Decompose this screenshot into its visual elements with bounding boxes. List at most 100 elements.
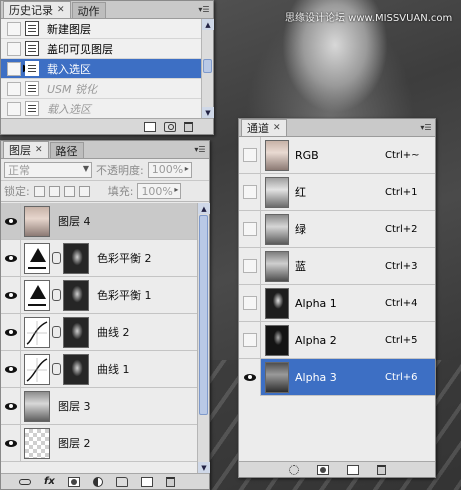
- visibility-toggle[interactable]: [239, 284, 261, 322]
- channel-name: Alpha 3: [295, 370, 337, 384]
- tab-channels[interactable]: 通道 ✕: [241, 119, 287, 136]
- lock-row: 锁定: 填充: 100% ▸: [1, 181, 209, 202]
- visibility-toggle[interactable]: [239, 321, 261, 359]
- add-mask-icon[interactable]: [67, 476, 80, 487]
- visibility-box: [242, 259, 257, 273]
- channel-shortcut: Ctrl+4: [385, 297, 418, 309]
- visibility-toggle[interactable]: [239, 137, 261, 174]
- trash-icon[interactable]: [184, 121, 193, 132]
- visibility-toggle[interactable]: [1, 276, 21, 314]
- visibility-toggle[interactable]: [1, 424, 21, 462]
- new-channel-icon[interactable]: [346, 464, 359, 475]
- panel-menu-icon[interactable]: ▾☰: [194, 144, 206, 155]
- channel-row[interactable]: RGB Ctrl+~: [239, 137, 435, 174]
- visibility-toggle[interactable]: [239, 173, 261, 211]
- visibility-toggle[interactable]: [1, 350, 21, 388]
- channel-row-selected[interactable]: Alpha 3 Ctrl+6: [239, 358, 435, 396]
- layer-name: 图层 2: [58, 437, 91, 450]
- close-icon[interactable]: ✕: [273, 123, 281, 133]
- lock-brush-icon[interactable]: [48, 185, 60, 197]
- fill-field[interactable]: 100% ▸: [137, 183, 182, 199]
- scroll-thumb[interactable]: [203, 59, 212, 73]
- new-group-icon[interactable]: [115, 476, 128, 487]
- visibility-toggle[interactable]: [1, 239, 21, 277]
- history-item-dimmed[interactable]: USM 锐化: [1, 79, 201, 99]
- layer-mask-thumbnail[interactable]: [63, 316, 89, 348]
- layer-row[interactable]: 图层 2: [1, 424, 197, 462]
- trash-icon[interactable]: [165, 476, 175, 487]
- load-selection-icon[interactable]: [288, 464, 299, 475]
- fx-icon[interactable]: fx: [44, 476, 55, 487]
- channel-row[interactable]: 红 Ctrl+1: [239, 173, 435, 211]
- lock-transparency-icon[interactable]: [33, 185, 45, 197]
- opacity-field[interactable]: 100% ▸: [147, 161, 192, 178]
- layer-row-selected[interactable]: 图层 4: [1, 203, 197, 240]
- scroll-down-icon[interactable]: ▼: [198, 462, 210, 473]
- channel-row[interactable]: Alpha 2 Ctrl+5: [239, 321, 435, 359]
- chain-link-icon[interactable]: [52, 326, 61, 338]
- scroll-up-icon[interactable]: ▲: [202, 19, 214, 30]
- history-source-checkbox[interactable]: [7, 61, 21, 76]
- tab-history-label: 历史记录: [9, 4, 53, 17]
- visibility-box: [242, 185, 257, 199]
- chain-link-icon[interactable]: [52, 289, 61, 301]
- new-layer-icon[interactable]: [140, 476, 153, 487]
- layer-mask-thumbnail[interactable]: [63, 279, 89, 311]
- new-document-from-state-icon[interactable]: [144, 121, 156, 132]
- history-source-checkbox[interactable]: [7, 41, 21, 56]
- scroll-down-icon[interactable]: ▼: [202, 107, 214, 118]
- history-item-label: 盖印可见图层: [47, 42, 113, 56]
- layer-row[interactable]: 色彩平衡 2: [1, 239, 197, 277]
- chain-link-icon[interactable]: [52, 252, 61, 264]
- blend-mode-select[interactable]: 正常 ▼: [4, 161, 92, 178]
- tab-history[interactable]: 历史记录 ✕: [3, 1, 71, 18]
- history-step-icon: [25, 21, 39, 36]
- history-source-checkbox[interactable]: [7, 21, 21, 36]
- tab-layers[interactable]: 图层 ✕: [3, 141, 49, 158]
- history-item-dimmed[interactable]: 载入选区: [1, 99, 201, 118]
- visibility-toggle[interactable]: [239, 210, 261, 248]
- history-source-checkbox[interactable]: [7, 81, 21, 96]
- layer-row[interactable]: 曲线 2: [1, 313, 197, 351]
- layer-name: 色彩平衡 2: [97, 252, 152, 265]
- channel-name: 蓝: [295, 260, 306, 273]
- tab-actions[interactable]: 动作: [71, 2, 106, 18]
- scroll-thumb[interactable]: [199, 215, 208, 415]
- history-item[interactable]: 新建图层: [1, 19, 201, 39]
- layer-name: 曲线 1: [97, 363, 130, 376]
- panel-menu-icon[interactable]: ▾☰: [198, 4, 210, 15]
- close-icon[interactable]: ✕: [57, 5, 65, 15]
- channel-row[interactable]: 蓝 Ctrl+3: [239, 247, 435, 285]
- visibility-toggle[interactable]: [239, 358, 261, 396]
- layer-mask-thumbnail[interactable]: [63, 242, 89, 274]
- history-item[interactable]: 盖印可见图层: [1, 39, 201, 59]
- close-icon[interactable]: ✕: [35, 145, 43, 155]
- lock-move-icon[interactable]: [63, 185, 75, 197]
- history-source-checkbox[interactable]: [7, 101, 21, 116]
- visibility-toggle[interactable]: [1, 313, 21, 351]
- visibility-toggle[interactable]: [1, 387, 21, 425]
- adjustment-layer-icon[interactable]: [92, 476, 103, 487]
- trash-icon[interactable]: [376, 464, 386, 475]
- history-scrollbar[interactable]: ▲ ▼: [201, 19, 214, 118]
- layers-scrollbar[interactable]: ▲ ▼: [197, 203, 210, 473]
- save-selection-icon[interactable]: [316, 464, 329, 475]
- visibility-toggle[interactable]: [1, 203, 21, 240]
- tab-paths[interactable]: 路径: [49, 142, 84, 158]
- channel-row[interactable]: Alpha 1 Ctrl+4: [239, 284, 435, 322]
- layer-row[interactable]: 色彩平衡 1: [1, 276, 197, 314]
- history-item-selected[interactable]: ▶ 载入选区: [1, 59, 201, 79]
- chain-link-icon[interactable]: [52, 363, 61, 375]
- history-item-label: 载入选区: [47, 62, 91, 76]
- scroll-up-icon[interactable]: ▲: [198, 203, 210, 214]
- snapshot-camera-icon[interactable]: [164, 121, 176, 132]
- panel-menu-icon[interactable]: ▾☰: [420, 122, 432, 133]
- eye-icon: [243, 373, 256, 381]
- channel-row[interactable]: 绿 Ctrl+2: [239, 210, 435, 248]
- layer-row[interactable]: 曲线 1: [1, 350, 197, 388]
- lock-all-icon[interactable]: [78, 185, 90, 197]
- visibility-toggle[interactable]: [239, 247, 261, 285]
- layer-mask-thumbnail[interactable]: [63, 353, 89, 385]
- link-layers-icon[interactable]: [19, 478, 31, 485]
- layer-row[interactable]: 图层 3: [1, 387, 197, 425]
